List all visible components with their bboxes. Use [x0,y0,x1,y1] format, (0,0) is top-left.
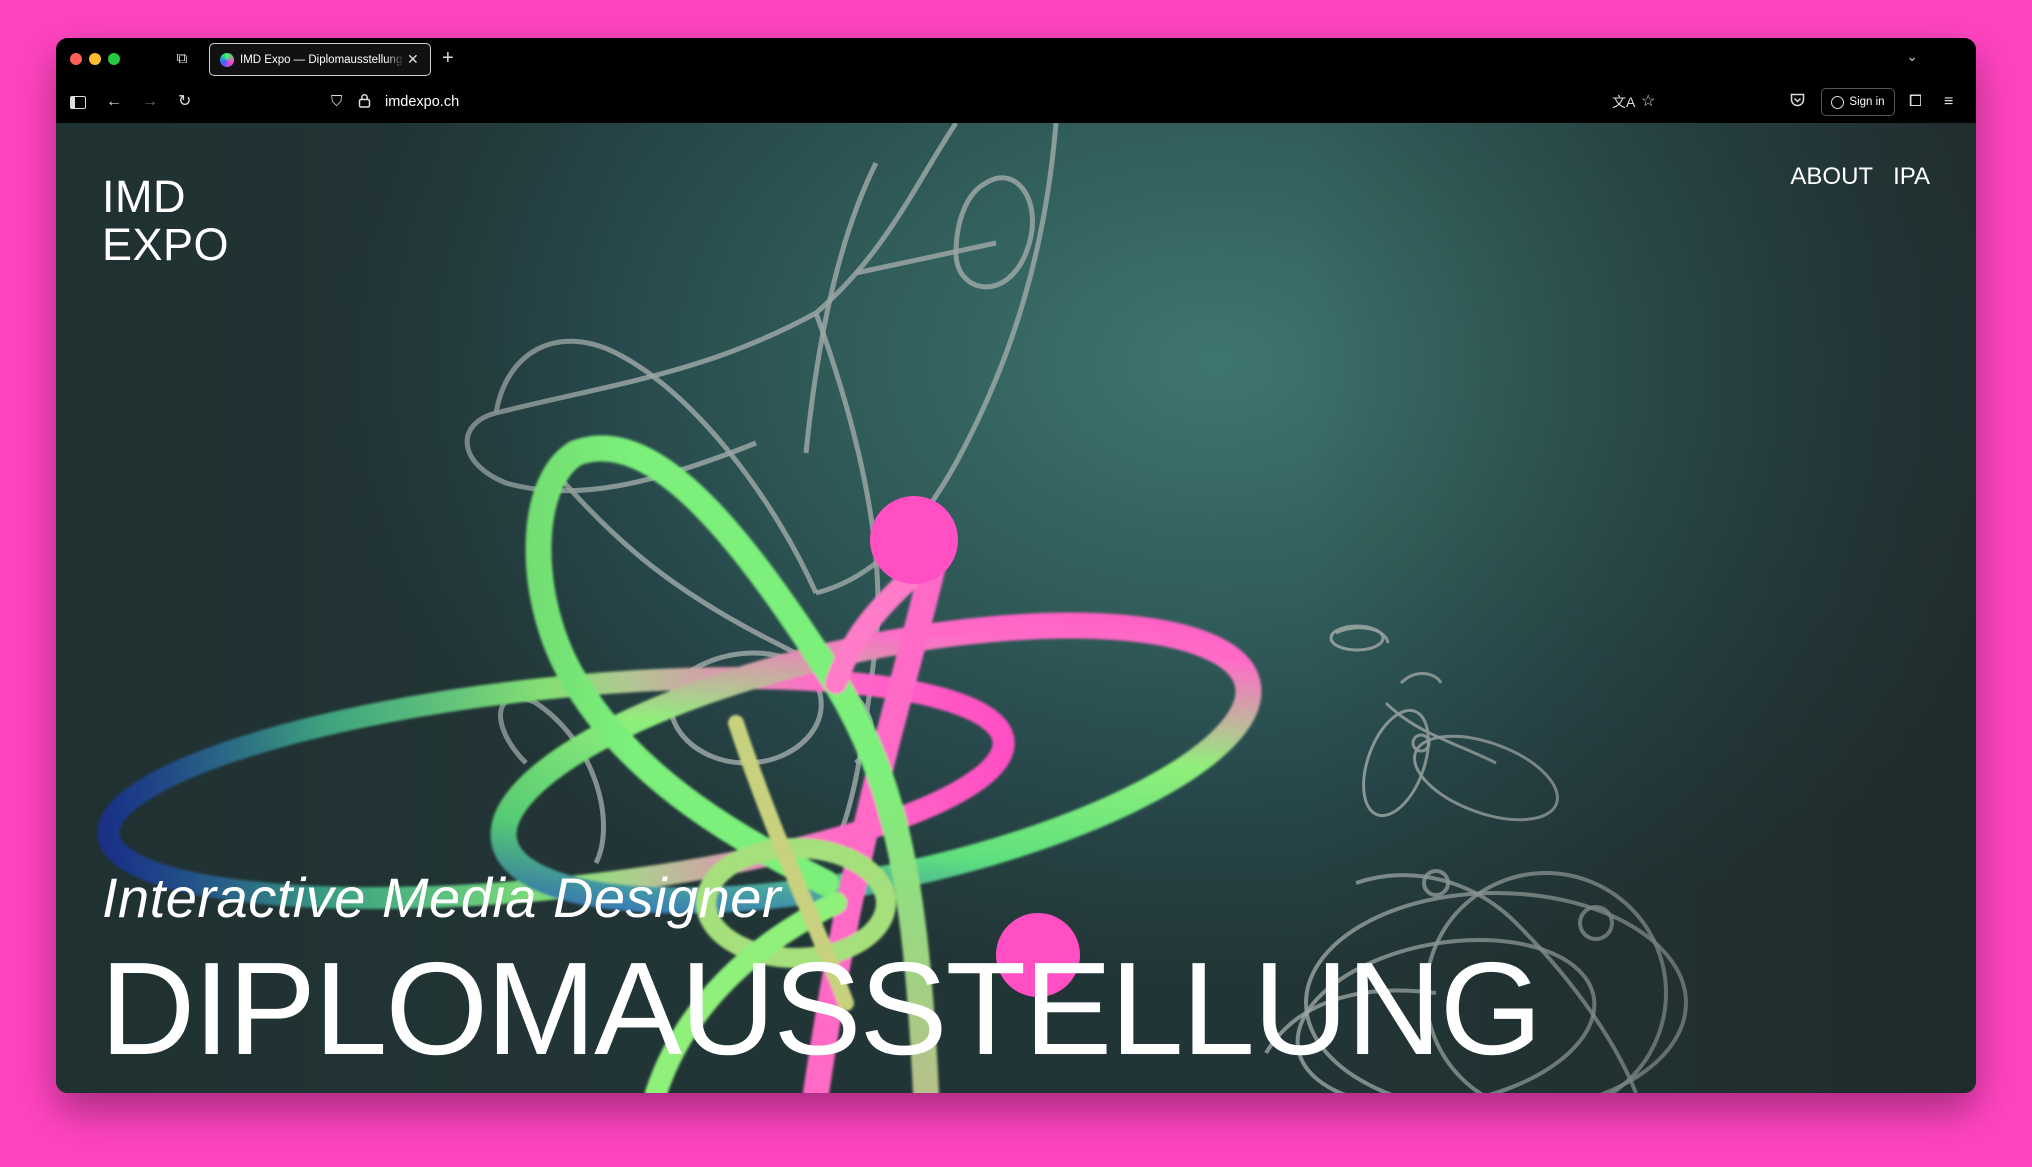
imd-expo-favicon-icon [220,52,234,67]
tracking-protection-shield-icon[interactable]: ⛉ [331,93,342,110]
forward-arrow-icon[interactable]: → [142,92,158,112]
browser-window: ⧉ IMD Expo — Diplomausstellung ✕ + ⌄ ← →… [56,38,1976,1093]
chevron-down-icon[interactable]: ⌄ [1906,48,1918,65]
navigation-bar: ← → ↻ ⛉ imdexpo.ch 文A ☆ Sign in ⧠ ≡ [56,81,1976,123]
maximize-window-button[interactable] [108,53,120,65]
logo-line-expo: EXPO [102,219,230,270]
page-content: IMD EXPO ABOUT IPA Interactive Media Des… [56,123,1976,1093]
tab-strip: ⧉ IMD Expo — Diplomausstellung ✕ + ⌄ [56,38,1976,81]
plus-icon[interactable]: + [442,47,454,70]
hero-subtitle: Interactive Media Designer [102,866,782,929]
tab-overview-icon[interactable]: ⧉ [172,49,192,69]
hero-headline: DIPLOMAUSSTELLUNG [100,935,1542,1082]
back-arrow-icon[interactable]: ← [106,92,122,112]
pocket-icon[interactable] [1790,92,1805,112]
sign-in-button[interactable]: Sign in [1821,88,1895,116]
tab-title: IMD Expo — Diplomausstellung [240,53,403,66]
extensions-icon[interactable]: ⧠ [1909,92,1922,112]
sidebar-toggle-icon[interactable] [70,96,86,109]
active-tab[interactable]: IMD Expo — Diplomausstellung ✕ [209,43,431,76]
url-field[interactable]: imdexpo.ch [385,94,459,110]
site-nav: ABOUT IPA [1790,163,1930,191]
lock-icon[interactable] [358,93,371,111]
account-icon [1831,95,1845,109]
site-logo[interactable]: IMD EXPO [102,173,229,269]
nav-link-about[interactable]: ABOUT [1790,163,1873,191]
close-icon[interactable]: ✕ [407,51,419,68]
reload-icon[interactable]: ↻ [178,92,191,112]
outline-bike-sculpture [1329,624,1559,822]
sign-in-label: Sign in [1849,96,1885,108]
bookmark-star-icon[interactable]: ☆ [1641,92,1655,112]
minimize-window-button[interactable] [89,53,101,65]
pink-sphere-top [870,496,958,584]
translate-icon[interactable]: 文A [1612,92,1635,112]
close-window-button[interactable] [70,53,82,65]
nav-link-ipa[interactable]: IPA [1893,163,1930,191]
hamburger-menu-icon[interactable]: ≡ [1944,92,1953,112]
logo-line-imd: IMD [102,171,186,222]
